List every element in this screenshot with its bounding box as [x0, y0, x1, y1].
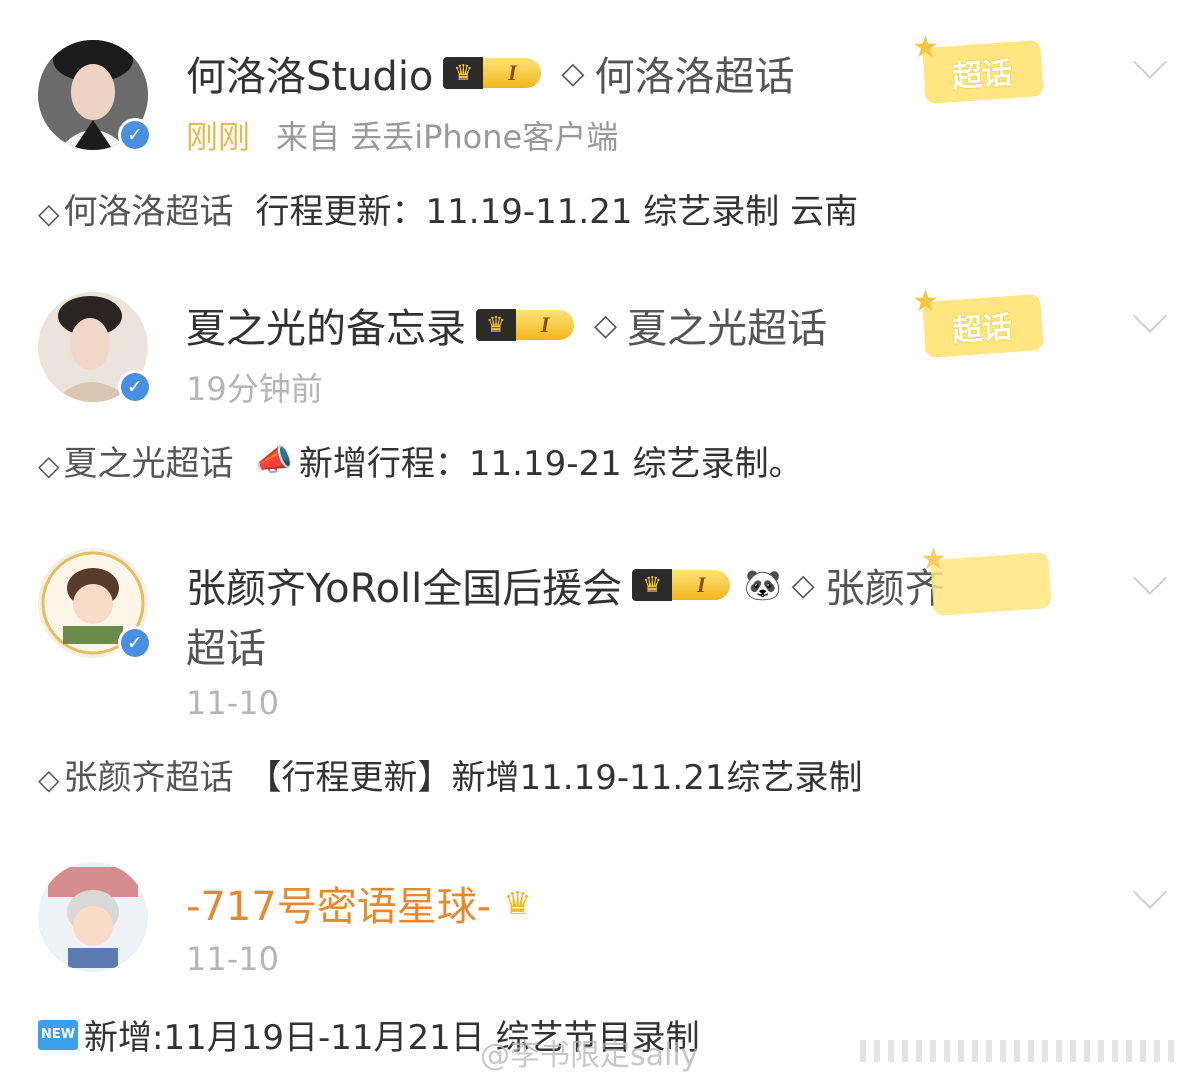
panda-icon: 🐼 [744, 567, 782, 603]
crown-level-badge-icon: ♛ I [476, 307, 574, 343]
new-icon: NEW [38, 1019, 78, 1050]
avatar[interactable] [38, 862, 148, 972]
diamond-icon: ◇ [561, 55, 585, 91]
gold-crown-icon: ♛ [503, 884, 532, 922]
name-row: 夏之光的备忘录 ♛ I ◇ 夏之光超话 [186, 296, 827, 354]
topic-link-continued[interactable]: 超话 [186, 616, 266, 674]
watermark-bars [860, 1040, 1180, 1062]
post-time: 刚刚 [186, 118, 251, 156]
post-text: 行程更新：11.19-11.21 综艺录制 云南 [255, 192, 859, 232]
diamond-icon: ◇ [38, 449, 60, 482]
post-meta: 刚刚 来自 丢丢iPhone客户端 [186, 112, 618, 158]
chevron-down-icon[interactable] [1133, 875, 1167, 909]
name-row: -717号密语星球- ♛ [186, 874, 532, 932]
post-text: 【行程更新】新增11.19-11.21综艺录制 [247, 758, 863, 798]
avatar[interactable]: ✓ [38, 292, 152, 404]
verified-badge-icon: ✓ [118, 626, 152, 660]
avatar-image [38, 862, 148, 972]
name-row: 何洛洛Studio ♛ I ◇ 何洛洛超话 [186, 44, 794, 102]
diamond-icon: ◇ [791, 567, 815, 603]
topic-link[interactable]: 何洛洛超话 [594, 44, 794, 102]
user-name[interactable]: 何洛洛Studio [186, 44, 433, 102]
post-body: ◇ 何洛洛超话 行程更新：11.19-11.21 综艺录制 云南 [38, 184, 858, 233]
diamond-icon: ◇ [594, 307, 618, 343]
crown-level-badge-icon: ♛ I [632, 567, 731, 603]
megaphone-icon: 📣 [255, 443, 293, 478]
chaohua-badge-icon: ★ 超话 [912, 284, 1044, 360]
user-name[interactable]: 张颜齐YoRoll全国后援会 [186, 556, 622, 614]
post-source: 来自 丢丢iPhone客户端 [276, 118, 619, 156]
watermark: @李书限定sally [480, 1038, 699, 1073]
post-time: 11-10 [186, 684, 279, 722]
chaohua-badge-icon: ★ [920, 542, 1052, 618]
topic-tag[interactable]: ◇ 夏之光超话 [38, 436, 234, 485]
user-name[interactable]: 夏之光的备忘录 [186, 296, 466, 354]
diamond-icon: ◇ [38, 197, 60, 230]
name-row: 张颜齐YoRoll全国后援会 ♛ I 🐼 ◇ 张颜齐 [186, 556, 945, 614]
avatar[interactable]: ✓ [38, 40, 152, 152]
chaohua-badge-icon: ★ 超话 [912, 30, 1044, 106]
verified-badge-icon: ✓ [118, 370, 152, 404]
chevron-down-icon[interactable] [1133, 299, 1167, 333]
post-body: ◇ 夏之光超话 📣 新增行程：11.19-21 综艺录制。 [38, 436, 803, 485]
post-time: 19分钟前 [186, 370, 323, 408]
post-meta: 11-10 [186, 940, 279, 978]
verified-badge-icon: ✓ [118, 118, 152, 152]
post-text: 新增行程：11.19-21 综艺录制。 [298, 444, 803, 484]
user-name[interactable]: -717号密语星球- [186, 874, 491, 932]
crown-level-badge-icon: ♛ I [443, 55, 542, 91]
topic-tag[interactable]: ◇ 何洛洛超话 [38, 184, 234, 233]
avatar[interactable]: ✓ [38, 548, 152, 660]
post-meta: 19分钟前 [186, 364, 323, 410]
post-body: ◇ 张颜齐超话 【行程更新】新增11.19-11.21综艺录制 [38, 750, 863, 799]
post-meta: 11-10 [186, 684, 279, 722]
post-time: 11-10 [186, 940, 279, 978]
chevron-down-icon[interactable] [1133, 561, 1167, 595]
chevron-down-icon[interactable] [1133, 45, 1167, 79]
topic-tag[interactable]: ◇ 张颜齐超话 [38, 750, 234, 799]
diamond-icon: ◇ [38, 763, 60, 796]
topic-link[interactable]: 夏之光超话 [627, 296, 827, 354]
